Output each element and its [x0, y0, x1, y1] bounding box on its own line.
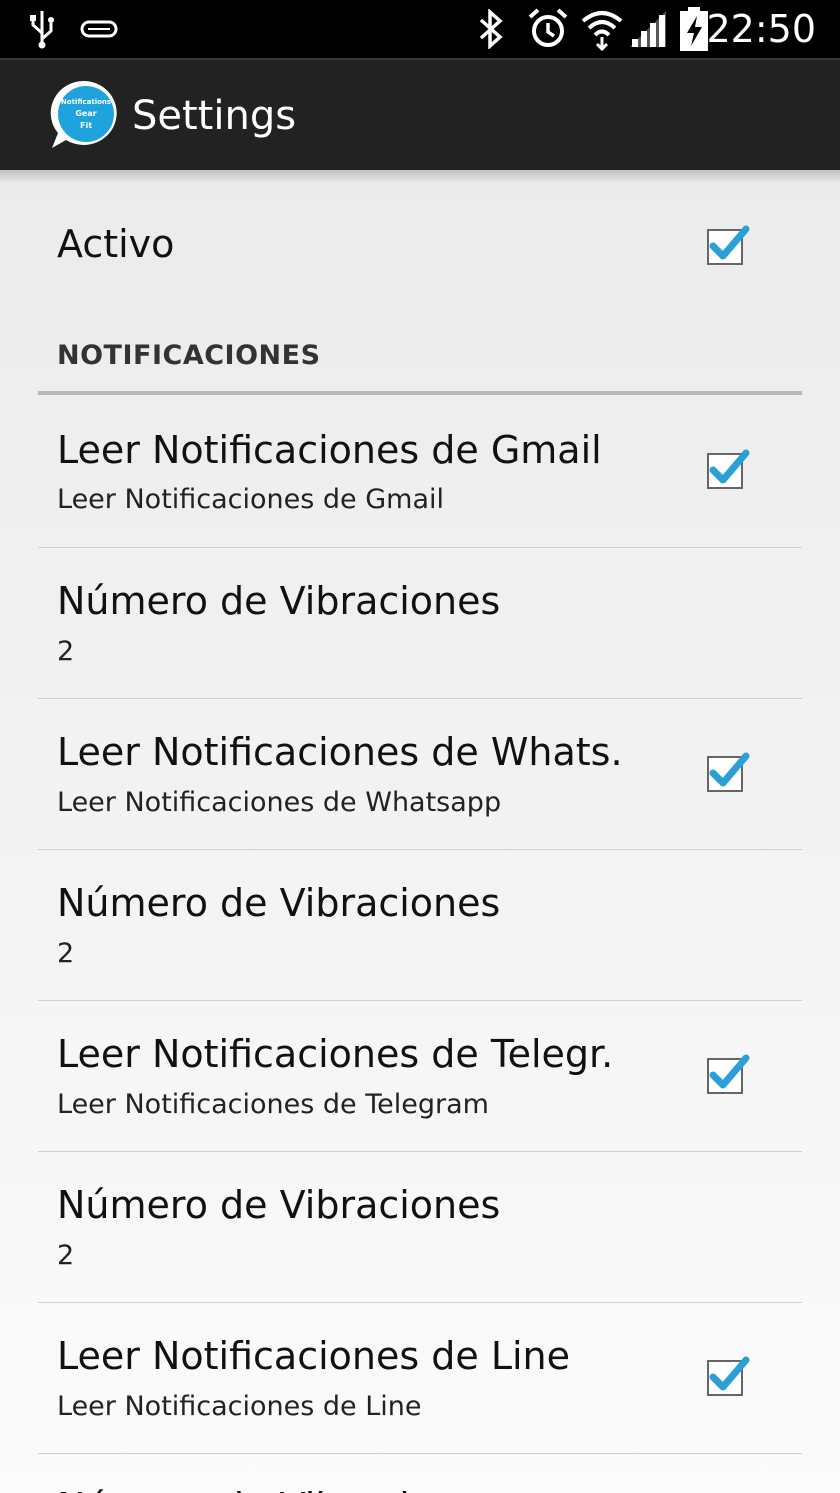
pref-gmail[interactable]: Leer Notificaciones de Gmail Leer Notifi… [38, 396, 802, 547]
sd-card-icon [80, 0, 118, 58]
pref-vibrations-telegram[interactable]: Número de Vibraciones 2 [38, 1152, 802, 1302]
pref-title: Leer Notificaciones de Telegr. [57, 1032, 614, 1076]
status-bar: 22:50 [0, 0, 840, 58]
pref-summary: Leer Notificaciones de Whatsapp [57, 787, 502, 818]
logo-text-line-3: Fit [80, 121, 92, 130]
pref-whatsapp[interactable]: Leer Notificaciones de Whats. Leer Notif… [38, 699, 802, 849]
checkbox-checked-icon[interactable] [704, 220, 756, 272]
pref-vibrations-line[interactable]: Número de Vibraciones [38, 1454, 802, 1493]
bluetooth-icon [476, 0, 506, 58]
wifi-icon [580, 0, 624, 58]
pref-vibrations-whatsapp[interactable]: Número de Vibraciones 2 [38, 850, 802, 1000]
pref-activo[interactable]: Activo [38, 184, 802, 314]
logo-text-line-1: Notifications [61, 98, 111, 106]
pref-title: Número de Vibraciones [57, 1485, 500, 1493]
pref-vibrations-gmail[interactable]: Número de Vibraciones 2 [38, 548, 802, 698]
action-bar: Notifications Gear Fit Settings [0, 58, 840, 170]
checkbox-checked-icon[interactable] [704, 1351, 756, 1403]
pref-title: Leer Notificaciones de Whats. [57, 730, 623, 774]
checkbox-checked-icon[interactable] [704, 1049, 756, 1101]
pref-summary: 2 [57, 636, 75, 667]
pref-title: Activo [57, 222, 175, 266]
pref-summary: Leer Notificaciones de Line [57, 1391, 422, 1422]
gear-fit-notifications-logo-icon: Notifications Gear Fit [50, 80, 117, 148]
pref-title: Leer Notificaciones de Gmail [57, 428, 602, 472]
usb-icon [28, 0, 56, 58]
app-logo[interactable]: Notifications Gear Fit [48, 78, 122, 152]
category-header: NOTIFICACIONES [57, 340, 321, 371]
alarm-icon [527, 0, 569, 58]
pref-summary: 2 [57, 938, 75, 969]
pref-summary: 2 [57, 1240, 75, 1271]
pref-title: Leer Notificaciones de Line [57, 1334, 571, 1378]
battery-charging-icon [678, 0, 710, 58]
status-clock: 22:50 [706, 7, 816, 51]
pref-telegram[interactable]: Leer Notificaciones de Telegr. Leer Noti… [38, 1001, 802, 1151]
pref-title: Número de Vibraciones [57, 881, 501, 925]
pref-summary: Leer Notificaciones de Telegram [57, 1089, 489, 1120]
pref-title: Número de Vibraciones [57, 579, 501, 623]
page-title: Settings [132, 93, 297, 139]
category-divider [38, 391, 802, 395]
action-bar-shadow [0, 170, 840, 184]
pref-title: Número de Vibraciones [57, 1183, 501, 1227]
pref-summary: Leer Notificaciones de Gmail [57, 484, 445, 515]
pref-line[interactable]: Leer Notificaciones de Line Leer Notific… [38, 1303, 802, 1453]
logo-text-line-2: Gear [75, 109, 96, 118]
checkbox-checked-icon[interactable] [704, 444, 756, 496]
checkbox-checked-icon[interactable] [704, 747, 756, 799]
signal-icon [628, 0, 668, 58]
